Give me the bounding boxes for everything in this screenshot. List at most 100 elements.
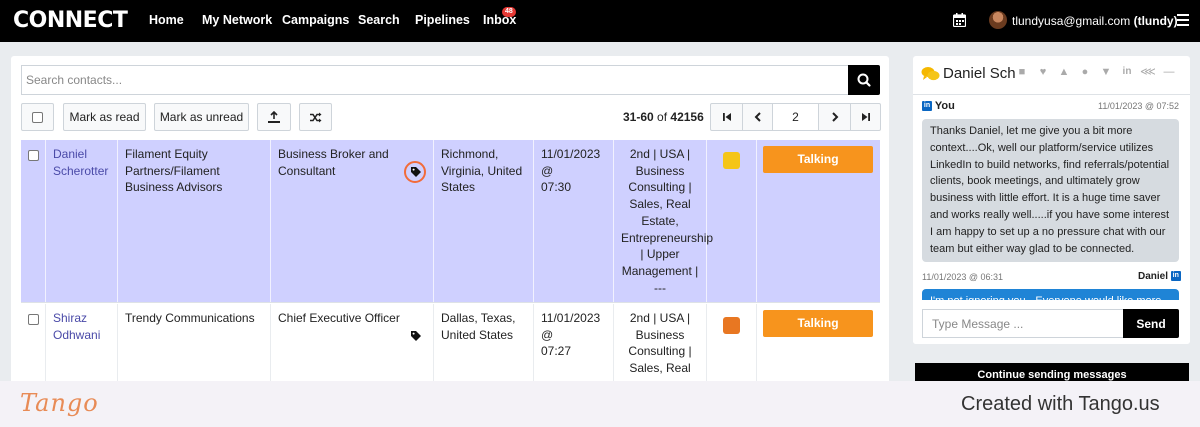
- search-icon: [857, 73, 871, 87]
- search-button[interactable]: [848, 65, 880, 95]
- status-cell: Talking: [757, 304, 880, 386]
- contact-title: Chief Executive Officer: [278, 311, 400, 325]
- user-avatar[interactable]: [989, 11, 1007, 29]
- color-cell: [707, 304, 757, 386]
- chat-panel: Daniel Scherotter ■ ♥ ▲ ● ▼ in ⋘ — in Yo…: [913, 56, 1190, 344]
- export-button[interactable]: [257, 103, 291, 131]
- continue-sending-button[interactable]: Continue sending messages: [915, 363, 1189, 383]
- first-page-icon: [722, 113, 731, 121]
- contact-name[interactable]: Shiraz Odhwani: [46, 304, 118, 386]
- user-handle: (tlundy): [1133, 14, 1178, 28]
- contact-category: 2nd | USA | Business Consulting | Sales,…: [614, 304, 707, 386]
- contact-last-name: Odhwani: [53, 327, 101, 342]
- chat-bubbles-icon: [921, 67, 940, 81]
- menu-icon[interactable]: [1177, 14, 1189, 26]
- chat-divider: [913, 94, 1190, 95]
- export-icon: [268, 110, 280, 123]
- nav-search[interactable]: Search: [358, 13, 400, 27]
- top-nav: CONNECT Home My Network Campaigns Search…: [0, 0, 1200, 42]
- select-all-checkbox-wrap[interactable]: [21, 103, 54, 131]
- plug-icon[interactable]: ▼: [1100, 66, 1112, 78]
- message-sender-name: You: [934, 100, 955, 112]
- tango-footer: Tango Created with Tango.us: [0, 381, 1200, 427]
- search-input[interactable]: Search contacts...: [21, 65, 848, 95]
- tango-logo: Tango: [20, 389, 99, 417]
- contact-date: 11/01/2023 @: [541, 147, 601, 178]
- chevron-right-icon: [831, 112, 838, 122]
- contact-last-name: Scherotter: [53, 163, 109, 178]
- chat-compose: Type Message ... Send: [913, 300, 1190, 344]
- contacts-panel: Search contacts... Mark as read Mark as …: [11, 56, 889, 386]
- last-page-button[interactable]: [851, 104, 880, 130]
- linkedin-badge-icon: in: [1170, 271, 1181, 282]
- tag-icon[interactable]: [410, 330, 422, 342]
- contact-location: Dallas, Texas, United States: [434, 304, 534, 386]
- inbox-count-badge: 48: [502, 7, 516, 17]
- row-checkbox[interactable]: [28, 314, 39, 325]
- row-checkbox-cell: [21, 140, 46, 302]
- page-range-value: 31-60: [623, 110, 654, 124]
- user-account[interactable]: tlundyusa@gmail.com (tlundy): [1012, 14, 1178, 28]
- connect-logo[interactable]: CONNECT: [13, 10, 128, 32]
- color-cell: [707, 140, 757, 302]
- message-sender-name: Daniel: [1138, 271, 1169, 282]
- contact-company: Trendy Communications: [118, 304, 271, 386]
- last-page-icon: [861, 113, 870, 121]
- shuffle-button[interactable]: [299, 103, 332, 131]
- user-email: tlundyusa@gmail.com: [1012, 14, 1131, 28]
- message-time: 11/01/2023 @ 07:52: [1098, 101, 1180, 111]
- page-range: 31-60 of 42156: [623, 110, 704, 124]
- message-sender: in You: [922, 100, 955, 112]
- row-checkbox[interactable]: [28, 150, 39, 161]
- prev-page-button[interactable]: [743, 104, 773, 130]
- first-page-button[interactable]: [711, 104, 743, 130]
- comment-icon[interactable]: ■: [1016, 66, 1028, 78]
- contact-hour: 07:30: [541, 180, 572, 195]
- send-button[interactable]: Send: [1123, 309, 1179, 338]
- chat-actions: ■ ♥ ▲ ● ▼ in ⋘ —: [1016, 66, 1175, 78]
- contact-first-name: Shiraz: [53, 311, 88, 325]
- mark-as-unread-button[interactable]: Mark as unread: [154, 103, 249, 131]
- table-row[interactable]: Shiraz Odhwani Trendy Communications Chi…: [21, 304, 880, 386]
- page-total: 42156: [670, 110, 704, 124]
- bell-icon[interactable]: ●: [1079, 66, 1091, 78]
- heart-icon[interactable]: ♥: [1037, 66, 1049, 78]
- linkedin-badge-icon: in: [922, 101, 932, 112]
- nav-my-network[interactable]: My Network: [202, 13, 272, 27]
- mark-as-read-button[interactable]: Mark as read: [63, 103, 146, 131]
- table-row[interactable]: Daniel Scherotter Filament Equity Partne…: [21, 140, 880, 303]
- color-swatch[interactable]: [723, 152, 740, 169]
- status-button[interactable]: Talking: [763, 146, 873, 173]
- select-all-checkbox[interactable]: [32, 111, 43, 123]
- contact-category: 2nd | USA | Business Consulting | Sales,…: [614, 140, 713, 302]
- status-button[interactable]: Talking: [763, 310, 873, 337]
- thumbs-up-icon[interactable]: ▲: [1058, 66, 1070, 78]
- page-range-of: of: [657, 110, 668, 124]
- contact-location: Richmond, Virginia, United States: [434, 140, 534, 302]
- page-number-input[interactable]: 2: [773, 104, 819, 130]
- contact-time: 11/01/2023 @ 07:30: [534, 140, 614, 302]
- calendar-icon[interactable]: [953, 13, 966, 27]
- created-with-text: Created with Tango.us: [961, 393, 1160, 415]
- message-input[interactable]: Type Message ...: [922, 309, 1124, 338]
- contact-name[interactable]: Daniel Scherotter: [46, 140, 118, 302]
- message-bubble: Thanks Daniel, let me give you a bit mor…: [922, 119, 1179, 262]
- contact-date: 11/01/2023 @: [541, 311, 601, 342]
- share-icon[interactable]: ⋘: [1140, 66, 1156, 78]
- contact-time: 11/01/2023 @ 07:27: [534, 304, 614, 386]
- chevron-left-icon: [754, 112, 761, 122]
- minimize-icon[interactable]: —: [1163, 66, 1175, 78]
- message-sender: Daniel in: [1138, 271, 1181, 282]
- nav-pipelines[interactable]: Pipelines: [415, 13, 470, 27]
- contact-first-name: Daniel: [53, 147, 88, 161]
- nav-campaigns[interactable]: Campaigns: [282, 13, 349, 27]
- tag-icon[interactable]: [410, 166, 422, 178]
- color-swatch[interactable]: [723, 317, 740, 334]
- linkedin-icon[interactable]: in: [1121, 66, 1133, 78]
- pagination: 2: [710, 103, 881, 131]
- nav-home[interactable]: Home: [149, 13, 184, 27]
- message-time: 11/01/2023 @ 06:31: [922, 272, 1004, 282]
- contact-title-cell: Business Broker and Consultant: [271, 140, 434, 302]
- next-page-button[interactable]: [819, 104, 851, 130]
- contact-hour: 07:27: [541, 344, 572, 359]
